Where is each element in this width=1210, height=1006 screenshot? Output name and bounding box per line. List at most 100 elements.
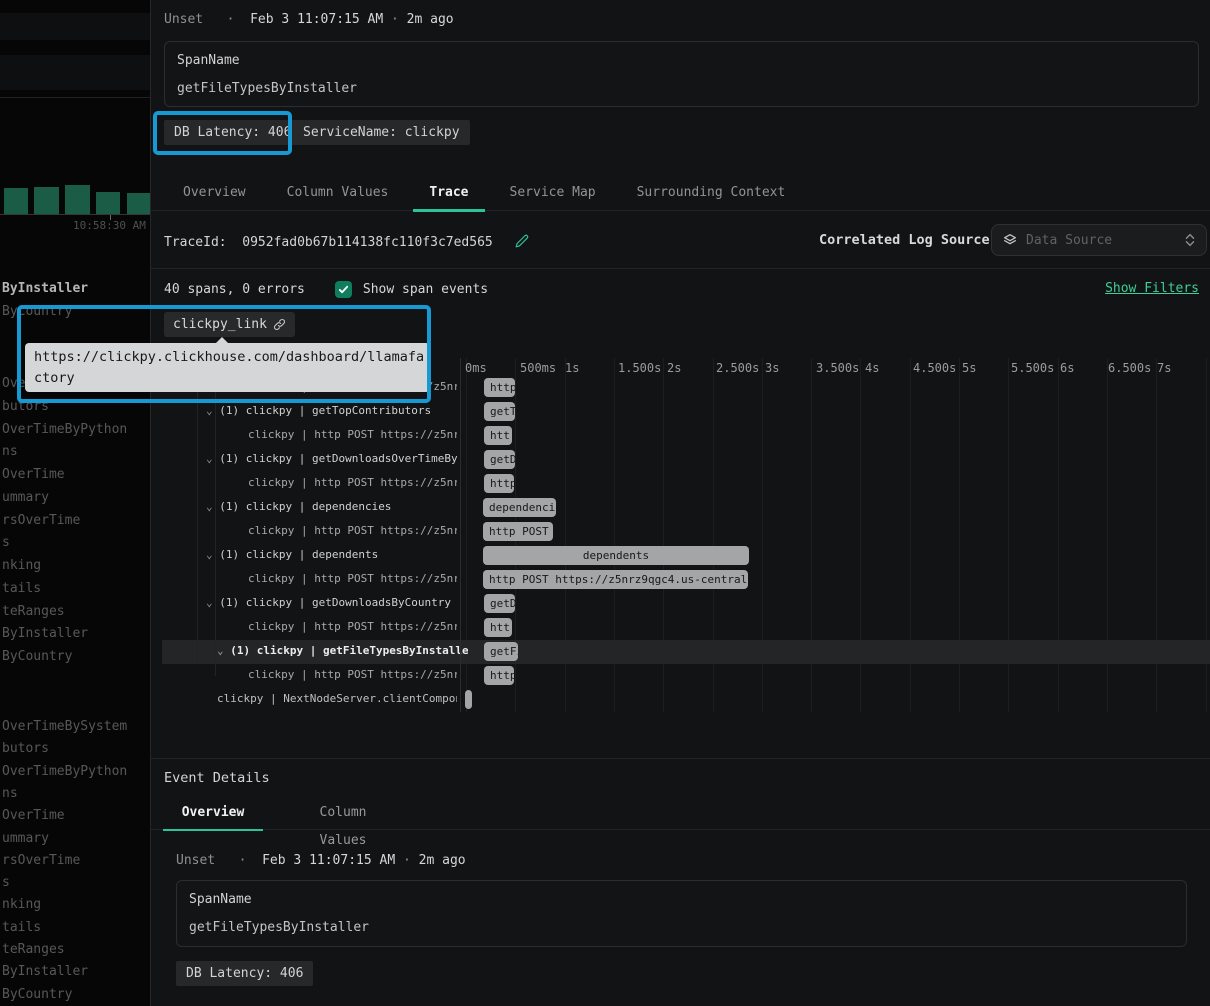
result-row-fragment[interactable]: butors: [2, 741, 49, 756]
timeline-axis-tick: 6s: [1060, 361, 1074, 375]
edit-pencil-icon[interactable]: [515, 234, 529, 248]
span-duration-bar[interactable]: http POST https://z5nrz9qgc4.us-central: [483, 570, 748, 589]
span-duration-bar[interactable]: http: [484, 666, 514, 685]
result-row-fragment[interactable]: ns: [2, 444, 18, 459]
result-row-fragment[interactable]: s: [2, 535, 10, 550]
result-row-fragment[interactable]: OverTimeBySystem: [2, 719, 127, 734]
timeline-axis-tick: 6.500s: [1108, 361, 1151, 375]
span-duration-bar[interactable]: getFi: [484, 642, 518, 661]
result-row-fragment[interactable]: ByCountry: [2, 987, 72, 1002]
span-row[interactable]: ⌄ (1) clickpy | getDownloadsOverTimeBySg…: [151, 448, 1210, 472]
span-duration-bar[interactable]: http: [484, 474, 514, 493]
span-row[interactable]: clickpy | http POST https://z5nrz9 http P…: [151, 520, 1210, 544]
tab-surrounding-context[interactable]: Surrounding Context: [621, 178, 802, 211]
result-row-fragment[interactable]: nking: [2, 558, 41, 573]
show-span-events-checkbox[interactable]: [335, 281, 352, 298]
result-row-fragment[interactable]: nking: [2, 897, 41, 912]
tab-overview[interactable]: Overview: [167, 178, 262, 211]
span-row[interactable]: clickpy | http POST https://z5nrz9http P…: [151, 568, 1210, 592]
tooltip-pointer: [215, 337, 229, 344]
result-row-fragment[interactable]: butors: [2, 399, 49, 414]
span-row[interactable]: clickpy | http POST https://z5nrz9htt: [151, 616, 1210, 640]
span-duration-bar[interactable]: htt: [484, 618, 512, 637]
span-duration-bar[interactable]: http: [484, 378, 515, 397]
span-duration-bar[interactable]: dependenci: [483, 498, 556, 517]
span-row[interactable]: ⌄ (1) clickpy | dependenciesdependenci: [151, 496, 1210, 520]
span-row[interactable]: clickpy | http POST https://z5nrz9 http: [151, 664, 1210, 688]
result-row-fragment[interactable]: ByCountry: [2, 649, 72, 664]
span-duration-bar[interactable]: htt: [484, 426, 512, 445]
tab-overview[interactable]: Overview: [163, 799, 263, 830]
db-latency-badge[interactable]: DB Latency: 406: [164, 120, 301, 145]
result-row-fragment[interactable]: ummary: [2, 490, 49, 505]
result-row-fragment[interactable]: ByInstaller: [2, 626, 88, 641]
tab-column-values[interactable]: Column Values: [271, 178, 405, 211]
db-latency-badge[interactable]: DB Latency: 406: [176, 961, 313, 986]
chevron-down-icon[interactable]: ⌄: [206, 548, 213, 561]
result-row-fragment[interactable]: ns: [2, 786, 18, 801]
span-row-selected[interactable]: ⌄ (1) clickpy | getFileTypesByInstallerg…: [162, 640, 1210, 664]
field-label: SpanName: [177, 53, 240, 68]
background-row: [0, 13, 150, 40]
result-row-fragment[interactable]: ummary: [2, 831, 49, 846]
timeline-axis-tick: 2s: [667, 361, 681, 375]
show-span-events-label[interactable]: Show span events: [363, 282, 488, 297]
chevron-down-icon[interactable]: ⌄: [206, 500, 213, 513]
data-source-select[interactable]: Data Source: [991, 224, 1207, 256]
span-duration-bar[interactable]: http POST: [483, 522, 553, 541]
tab-column-values[interactable]: Column Values: [293, 799, 393, 830]
event-meta: Unset · Feb 3 11:07:15 AM · 2m ago: [176, 853, 466, 868]
span-duration-bar[interactable]: getT: [484, 402, 515, 421]
result-row-fragment[interactable]: OverTimeByPython: [2, 422, 127, 437]
span-duration-bar[interactable]: getD: [484, 594, 515, 613]
chevron-down-icon[interactable]: ⌄: [206, 452, 213, 465]
result-row-fragment[interactable]: ByCountry: [2, 304, 72, 319]
result-row-fragment[interactable]: ByInstaller: [2, 281, 88, 296]
tab-trace[interactable]: Trace: [413, 178, 484, 211]
background-search-page: 10:58:30 AM ByInstallerByCountryOvebutor…: [0, 0, 150, 1006]
span-name-box: SpanName getFileTypesByInstaller: [176, 880, 1187, 947]
trace-id-row: TraceId: 0952fad0b67b114138fc110f3c7ed56…: [164, 232, 529, 250]
timeline-axis-tick: 3s: [765, 361, 779, 375]
span-duration-bar[interactable]: getD: [484, 450, 515, 469]
event-meta: Unset · Feb 3 11:07:15 AM · 2m ago: [164, 12, 454, 27]
histogram-bar: [65, 185, 90, 214]
result-row-fragment[interactable]: Ove: [2, 376, 25, 391]
layers-icon: [1002, 232, 1018, 248]
show-filters-link[interactable]: Show Filters: [1105, 281, 1199, 296]
span-row[interactable]: ⌄ (1) clickpy | getTopContributorsgetT: [151, 400, 1210, 424]
service-name-badge[interactable]: ServiceName: clickpy: [293, 120, 470, 145]
trace-id-label: TraceId:: [164, 235, 227, 250]
result-row-fragment[interactable]: OverTimeByPython: [2, 764, 127, 779]
result-row-fragment[interactable]: tails: [2, 581, 41, 596]
span-duration-bar[interactable]: dependents: [483, 546, 749, 565]
result-row-fragment[interactable]: rsOverTime: [2, 853, 80, 868]
clickpy-link-badge[interactable]: clickpy_link: [164, 312, 295, 337]
result-row-fragment[interactable]: teRanges: [2, 942, 65, 957]
timeline-axis-tick: 2.500s: [716, 361, 759, 375]
result-row-fragment[interactable]: teRanges: [2, 604, 65, 619]
timeline-axis-tick: 5s: [962, 361, 976, 375]
chevron-down-icon[interactable]: ⌄: [206, 404, 213, 417]
span-row[interactable]: clickpy | NextNodeServer.clientCompone: [151, 688, 1210, 712]
result-row-fragment[interactable]: OverTime: [2, 808, 65, 823]
chevron-down-icon[interactable]: ⌄: [206, 596, 213, 609]
histogram-axis: [0, 214, 150, 215]
result-row-fragment[interactable]: s: [2, 875, 10, 890]
span-row[interactable]: ⌄ (1) clickpy | getDownloadsByCountry get…: [151, 592, 1210, 616]
span-row[interactable]: clickpy | http POST https://z5nrz9htt: [151, 424, 1210, 448]
span-duration-bar[interactable]: [465, 690, 472, 709]
histogram-bar: [34, 187, 59, 214]
result-row-fragment[interactable]: ByInstaller: [2, 964, 88, 979]
chevron-down-icon[interactable]: ⌄: [217, 644, 224, 657]
span-row[interactable]: clickpy | http POST https://z5nrz9http: [151, 472, 1210, 496]
span-name: ⌄ (1) clickpy | getDownloadsByCountry: [206, 596, 451, 609]
span-name: clickpy | http POST https://z5nrz9: [248, 524, 457, 537]
span-row[interactable]: ⌄ (1) clickpy | dependentsdependents: [151, 544, 1210, 568]
histogram-bar: [127, 193, 150, 214]
result-row-fragment[interactable]: OverTime: [2, 467, 65, 482]
result-row-fragment[interactable]: rsOverTime: [2, 513, 80, 528]
result-row-fragment[interactable]: tails: [2, 920, 41, 935]
tab-service-map[interactable]: Service Map: [494, 178, 612, 211]
span-name: clickpy | http POST https://z5nrz9: [248, 668, 457, 681]
